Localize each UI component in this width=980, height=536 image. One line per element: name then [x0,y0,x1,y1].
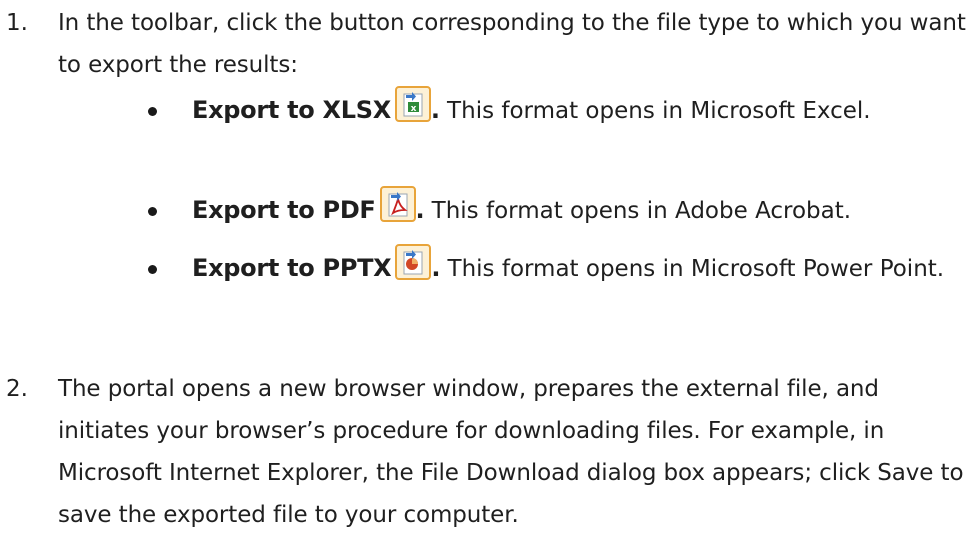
svg-text:x: x [411,104,417,114]
step-2: 2. The portal opens a new browser window… [0,368,980,536]
export-xlsx-icon[interactable]: x [394,86,431,122]
export-pptx-desc: This format opens in Microsoft Power Poi… [440,256,945,282]
step-2-number: 2. [6,376,28,402]
step-1: 1. In the toolbar, click the button corr… [0,2,980,86]
export-instructions: 1. In the toolbar, click the button corr… [0,0,980,534]
export-pdf-label: Export to PDF [192,196,376,224]
bullet-dot [148,107,157,116]
step-2-text: The portal opens a new browser window, p… [58,376,964,528]
export-pdf-icon[interactable] [379,186,416,222]
bullet-dot [148,265,157,274]
bullet-dot [148,207,157,216]
export-xlsx-label: Export to XLSX [192,96,391,124]
export-pptx-icon[interactable] [395,244,432,280]
step-1-text: In the toolbar, click the button corresp… [58,10,966,78]
export-pptx-period: . [431,254,441,282]
export-pdf-desc: This format opens in Adobe Acrobat. [424,198,852,224]
export-pptx-label: Export to PPTX [192,254,392,282]
export-xlsx-period: . [430,96,440,124]
export-options-list: Export to XLSX x . This format opens in … [0,86,980,368]
export-xlsx-desc: This format opens in Microsoft Excel. [439,98,871,124]
step-1-number: 1. [6,10,28,36]
